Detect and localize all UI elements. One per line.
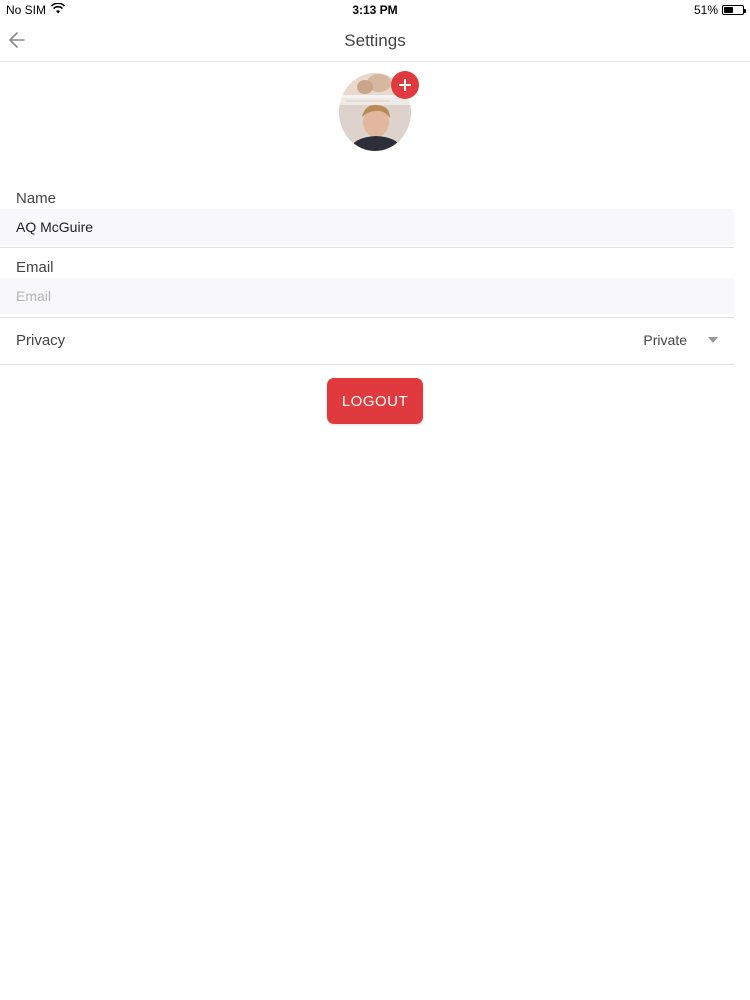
divider xyxy=(0,364,734,365)
divider xyxy=(0,247,734,248)
chevron-down-icon xyxy=(708,337,718,343)
divider xyxy=(0,317,734,318)
email-field[interactable] xyxy=(0,278,734,314)
battery-icon xyxy=(722,5,746,15)
add-photo-button[interactable] xyxy=(391,71,419,99)
battery-percent: 51% xyxy=(693,3,718,17)
status-right: 51% xyxy=(693,3,746,17)
name-label: Name xyxy=(16,190,57,207)
profile-photo-area xyxy=(339,71,419,151)
nav-bar: Settings xyxy=(0,22,750,62)
name-field[interactable] xyxy=(0,209,734,245)
privacy-value: Private xyxy=(643,332,687,348)
page-title: Settings xyxy=(344,31,406,50)
email-label: Email xyxy=(16,259,54,276)
privacy-label: Privacy xyxy=(16,332,66,349)
privacy-select[interactable]: Privacy Private xyxy=(0,320,734,364)
logout-button[interactable]: LOGOUT xyxy=(327,378,423,424)
status-time: 3:13 PM xyxy=(352,3,398,17)
status-bar: No SIM 3:13 PM 51% xyxy=(0,0,750,22)
